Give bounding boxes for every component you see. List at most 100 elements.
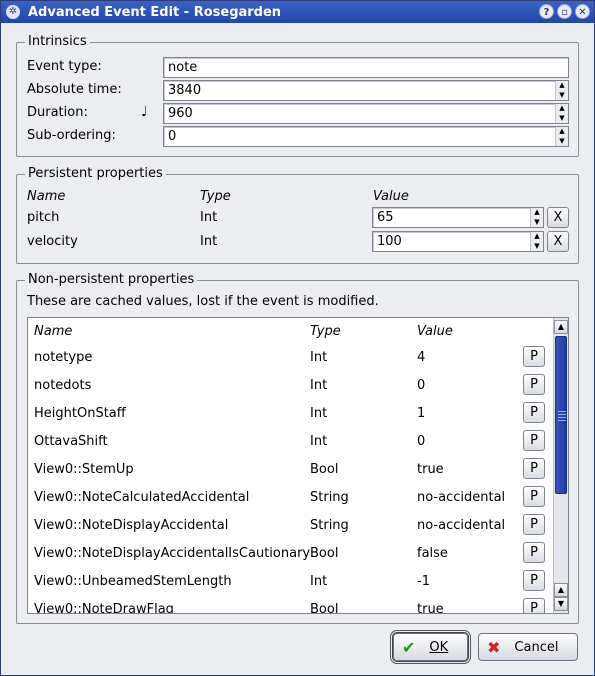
- sub-ordering-field[interactable]: 0 ▲ ▼: [163, 126, 569, 147]
- row-value: 1: [417, 406, 426, 421]
- velocity-value: 100: [377, 234, 402, 249]
- list-row: View0::NoteDisplayAccidentalIsCautionary…: [28, 540, 554, 568]
- scroll-up-icon[interactable]: ▲: [554, 320, 568, 334]
- pitch-value: 65: [377, 210, 394, 225]
- persist-button[interactable]: P: [523, 374, 545, 395]
- pitch-type: Int: [200, 210, 218, 225]
- row-value: 0: [417, 378, 426, 393]
- row-name: notetype: [34, 350, 93, 365]
- nonpersistent-list[interactable]: Name Type Value notetype Int 4 P notedot…: [27, 317, 569, 614]
- list-value-header: Value: [417, 324, 453, 339]
- absolute-time-field[interactable]: 3840 ▲ ▼: [163, 80, 569, 101]
- absolute-time-spinner[interactable]: ▲ ▼: [555, 81, 568, 100]
- list-row: View0::NoteCalculatedAccidental String n…: [28, 484, 554, 512]
- row-name: View0::NoteCalculatedAccidental: [34, 490, 250, 505]
- sub-ordering-spinner[interactable]: ▲ ▼: [555, 127, 568, 146]
- scroll-down-icon[interactable]: ▼: [554, 597, 568, 611]
- list-row: HeightOnStaff Int 1 P: [28, 400, 554, 428]
- row-value: -1: [417, 574, 430, 589]
- window-menu-icon[interactable]: ✲: [6, 5, 20, 19]
- cancel-label: Cancel: [514, 639, 559, 655]
- persistent-type-header: Type: [200, 189, 231, 204]
- persist-button[interactable]: P: [523, 598, 545, 613]
- row-type: String: [310, 490, 349, 505]
- cancel-button[interactable]: ✖ Cancel: [478, 633, 578, 661]
- duration-spinner[interactable]: ▲ ▼: [555, 104, 568, 123]
- row-name: notedots: [34, 378, 92, 393]
- sub-ordering-label: Sub-ordering:: [27, 128, 116, 143]
- row-value: no-accidental: [417, 490, 506, 505]
- persist-button[interactable]: P: [523, 514, 545, 535]
- row-type: Bool: [310, 602, 339, 614]
- pitch-value-field[interactable]: 65 ▲ ▼: [372, 207, 544, 228]
- list-name-header: Name: [34, 324, 73, 339]
- persist-button[interactable]: P: [523, 458, 545, 479]
- close-button[interactable]: ✕: [575, 4, 590, 19]
- event-type-value: note: [168, 60, 198, 75]
- row-value: 0: [417, 434, 426, 449]
- list-row: notedots Int 0 P: [28, 372, 554, 400]
- scroll-thumb[interactable]: [555, 336, 567, 494]
- list-row: notetype Int 4 P: [28, 344, 554, 372]
- velocity-spinner[interactable]: ▲ ▼: [530, 232, 543, 251]
- row-name: View0::NoteDrawFlag: [34, 602, 174, 614]
- title-bar[interactable]: ✲ Advanced Event Edit - Rosegarden ? ▫ ✕: [1, 1, 594, 23]
- row-type: String: [310, 518, 349, 533]
- ok-label: OK: [429, 639, 449, 655]
- remove-velocity-button[interactable]: X: [547, 231, 569, 252]
- row-value: 4: [417, 350, 426, 365]
- persistent-value-header: Value: [373, 189, 409, 204]
- row-name: View0::NoteDisplayAccidentalIsCautionary: [34, 546, 311, 561]
- sub-ordering-value: 0: [168, 129, 177, 144]
- persistent-title: Persistent properties: [25, 166, 166, 181]
- persist-button[interactable]: P: [523, 570, 545, 591]
- list-row: View0::NoteDrawFlag Bool true P: [28, 596, 554, 614]
- row-value: false: [417, 546, 448, 561]
- check-icon: ✔: [402, 637, 416, 657]
- velocity-type: Int: [200, 234, 218, 249]
- persist-button[interactable]: P: [523, 430, 545, 451]
- pitch-spinner[interactable]: ▲ ▼: [530, 208, 543, 227]
- list-row: View0::UnbeamedStemLength Int -1 P: [28, 568, 554, 596]
- duration-field[interactable]: 960 ▲ ▼: [163, 103, 569, 124]
- ok-button[interactable]: ✔ OK: [392, 632, 469, 662]
- row-name: OttavaShift: [34, 434, 108, 449]
- list-row: OttavaShift Int 0 P: [28, 428, 554, 456]
- list-row: View0::NoteDisplayAccidental String no-a…: [28, 512, 554, 540]
- duration-value: 960: [168, 106, 193, 121]
- row-type: Bool: [310, 462, 339, 477]
- row-name: View0::NoteDisplayAccidental: [34, 518, 229, 533]
- absolute-time-value: 3840: [168, 83, 202, 98]
- row-type: Int: [310, 434, 328, 449]
- cancel-x-icon: ✖: [487, 637, 501, 657]
- persist-button[interactable]: P: [523, 542, 545, 563]
- row-type: Int: [310, 378, 328, 393]
- window-title: Advanced Event Edit - Rosegarden: [28, 4, 282, 20]
- absolute-time-label: Absolute time:: [27, 82, 122, 97]
- row-type: Bool: [310, 546, 339, 561]
- persist-button[interactable]: P: [523, 346, 545, 367]
- pitch-name: pitch: [27, 210, 60, 225]
- row-type: Int: [310, 574, 328, 589]
- persist-button[interactable]: P: [523, 402, 545, 423]
- row-type: Int: [310, 406, 328, 421]
- dialog-window: ✲ Advanced Event Edit - Rosegarden ? ▫ ✕…: [0, 0, 595, 676]
- nonpersistent-note: These are cached values, lost if the eve…: [27, 294, 379, 309]
- velocity-name: velocity: [27, 234, 78, 249]
- remove-pitch-button[interactable]: X: [547, 207, 569, 228]
- velocity-value-field[interactable]: 100 ▲ ▼: [372, 231, 544, 252]
- scroll-down-up-icon[interactable]: ▲: [554, 583, 568, 597]
- list-type-header: Type: [310, 324, 341, 339]
- persist-button[interactable]: P: [523, 486, 545, 507]
- help-button[interactable]: ?: [539, 4, 554, 19]
- row-name: View0::UnbeamedStemLength: [34, 574, 232, 589]
- list-vertical-scrollbar[interactable]: ▲ ▲ ▼: [553, 318, 568, 613]
- nonpersistent-title: Non-persistent properties: [25, 272, 198, 287]
- row-value: true: [417, 602, 444, 614]
- persistent-name-header: Name: [27, 189, 66, 204]
- duration-label: Duration:: [27, 105, 88, 120]
- row-value: true: [417, 462, 444, 477]
- event-type-field[interactable]: note: [163, 57, 569, 78]
- maximize-button[interactable]: ▫: [557, 4, 572, 19]
- row-name: HeightOnStaff: [34, 406, 126, 421]
